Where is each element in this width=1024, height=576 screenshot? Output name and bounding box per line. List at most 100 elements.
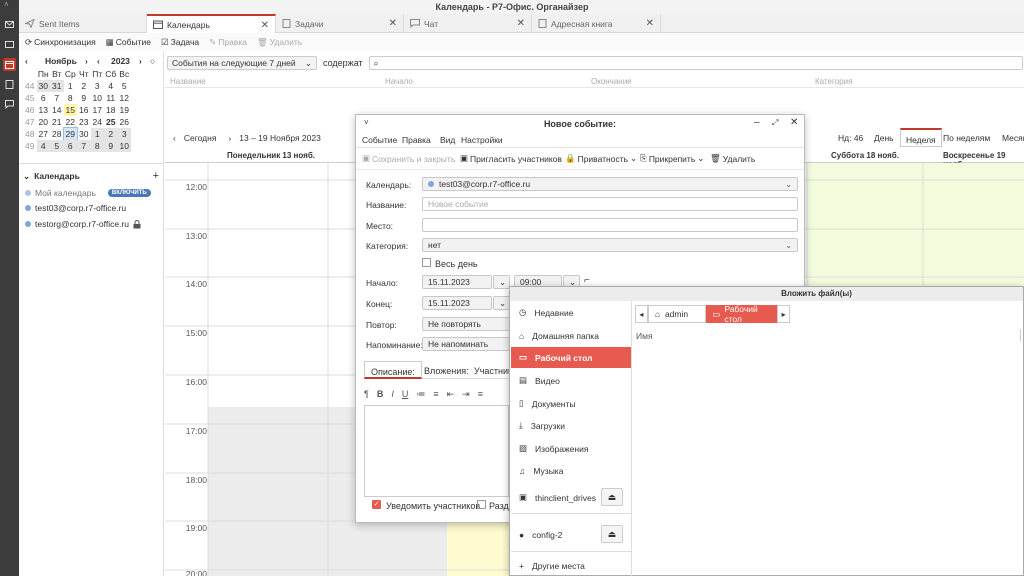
- day-cell[interactable]: 17: [91, 104, 105, 116]
- day-cell[interactable]: 18: [104, 104, 118, 116]
- sync-button[interactable]: ⟳ Синхронизация: [25, 37, 96, 48]
- add-calendar-button[interactable]: +: [153, 170, 159, 182]
- day-cell[interactable]: 8: [90, 140, 104, 152]
- day-cell[interactable]: 7: [50, 92, 64, 104]
- day-cell[interactable]: 7: [77, 140, 91, 152]
- place-home[interactable]: ⌂ Домашняя папка: [511, 325, 631, 346]
- view-week[interactable]: Неделя: [900, 128, 942, 147]
- day-cell-today[interactable]: 15: [63, 104, 77, 116]
- day-cell[interactable]: 10: [117, 140, 131, 152]
- path-forward-button[interactable]: ▸: [777, 305, 790, 323]
- bullet-list-icon[interactable]: ≔: [416, 389, 425, 400]
- day-cell[interactable]: 4: [36, 140, 50, 152]
- end-date-dropdown[interactable]: ⌄: [493, 296, 510, 310]
- dialog-menu-icon[interactable]: ˅: [364, 118, 369, 127]
- view-month[interactable]: Месяц: [1002, 133, 1024, 143]
- column-category[interactable]: Категория: [815, 77, 852, 86]
- category-select[interactable]: нет ⌄: [422, 238, 798, 252]
- place-music[interactable]: ♫ Музыка: [511, 460, 631, 481]
- start-date-dropdown[interactable]: ⌄: [493, 275, 510, 289]
- tab-tasks[interactable]: Задачи ✕: [276, 14, 404, 33]
- day-cell[interactable]: 31: [50, 80, 64, 92]
- day-cell[interactable]: 27: [37, 128, 51, 140]
- day-cell[interactable]: 9: [77, 92, 91, 104]
- prev-month-button[interactable]: ‹: [25, 55, 28, 67]
- search-input[interactable]: ⌕: [368, 56, 1023, 70]
- indent-icon[interactable]: ⇥: [462, 389, 470, 400]
- place-videos[interactable]: ▤ Видео: [511, 370, 631, 391]
- place-pictures[interactable]: ▨ Изображения: [511, 438, 631, 459]
- day-cell[interactable]: 8: [64, 92, 78, 104]
- column-name[interactable]: Название: [170, 77, 206, 86]
- eject-button[interactable]: ⏏: [601, 488, 623, 506]
- tab-calendar[interactable]: Календарь ✕: [147, 14, 276, 33]
- column-name[interactable]: Имя: [636, 331, 653, 341]
- outdent-icon[interactable]: ⇤: [447, 389, 455, 400]
- notify-checkbox[interactable]: ✓: [372, 500, 381, 509]
- chat-icon[interactable]: [3, 98, 16, 111]
- tab-participants[interactable]: Участник: [474, 366, 510, 376]
- place-other-locations[interactable]: + Другие места: [511, 555, 631, 576]
- day-cell[interactable]: 13: [37, 104, 51, 116]
- day-cell[interactable]: 30: [36, 80, 50, 92]
- calendar-select[interactable]: test03@corp.r7-office.ru ⌄: [422, 177, 798, 191]
- bold-icon[interactable]: B: [377, 389, 384, 399]
- day-cell[interactable]: 16: [77, 104, 91, 116]
- invite-button[interactable]: ▣ Пригласить участников: [460, 153, 562, 164]
- day-header[interactable]: Понедельник 13 нояб.: [227, 151, 315, 160]
- menu-event[interactable]: Событие: [362, 135, 397, 145]
- prev-week-button[interactable]: ‹: [173, 133, 176, 143]
- tab-attachments[interactable]: Вложения:: [424, 366, 469, 376]
- calendar-item-my[interactable]: Мой календарь ВКЛЮЧИТЬ: [25, 188, 151, 198]
- day-cell[interactable]: 5: [118, 80, 132, 92]
- tab-description[interactable]: Описание:: [364, 361, 422, 379]
- repeat-select[interactable]: Не повторять: [422, 317, 510, 331]
- save-close-button[interactable]: ▣ Сохранить и закрыть: [362, 153, 455, 164]
- italic-icon[interactable]: I: [391, 389, 394, 399]
- event-name-input[interactable]: Новое событие: [422, 197, 798, 211]
- end-date-input[interactable]: 15.11.2023: [422, 296, 492, 310]
- day-cell[interactable]: 9: [104, 140, 118, 152]
- new-event-button[interactable]: ▦ Событие: [106, 37, 151, 48]
- close-icon[interactable]: ✕: [261, 20, 269, 31]
- day-cell[interactable]: 26: [118, 116, 132, 128]
- calendar-item-testorg[interactable]: testorg@corp.r7-office.ru: [25, 219, 141, 229]
- place-recent[interactable]: ◷ Недавние: [511, 302, 631, 323]
- day-cell[interactable]: 12: [118, 92, 132, 104]
- next-week-button[interactable]: ›: [228, 133, 231, 143]
- path-segment-desktop[interactable]: ▭ Рабочий стол: [706, 304, 778, 324]
- day-cell[interactable]: 19: [118, 104, 132, 116]
- menu-settings[interactable]: Настройки: [461, 135, 503, 145]
- start-date-input[interactable]: 15.11.2023: [422, 275, 492, 289]
- eject-button[interactable]: ⏏: [601, 525, 623, 543]
- new-task-button[interactable]: ☑ Задача: [161, 37, 199, 48]
- tasks-icon[interactable]: [3, 78, 16, 91]
- close-icon[interactable]: ✕: [389, 18, 397, 29]
- link-icon[interactable]: ⌐: [584, 275, 590, 286]
- tab-address-book[interactable]: Адресная книга ✕: [532, 14, 661, 33]
- mail-icon[interactable]: [3, 18, 16, 31]
- day-cell[interactable]: 4: [104, 80, 118, 92]
- menu-edit[interactable]: Правка: [402, 135, 431, 145]
- underline-icon[interactable]: U: [402, 389, 409, 399]
- reminder-select[interactable]: Не напоминать: [422, 337, 510, 351]
- view-day[interactable]: День: [874, 133, 894, 143]
- day-cell[interactable]: 1: [90, 128, 104, 140]
- place-input[interactable]: [422, 218, 798, 232]
- maximize-icon[interactable]: ⤢: [772, 118, 778, 128]
- tab-sent-items[interactable]: Sent Items: [19, 14, 147, 33]
- day-cell[interactable]: 28: [50, 128, 64, 140]
- path-back-button[interactable]: ◂: [635, 305, 648, 323]
- column-start[interactable]: Начало: [385, 77, 413, 86]
- tab-chat[interactable]: Чат ✕: [404, 14, 532, 33]
- day-cell[interactable]: 22: [64, 116, 78, 128]
- numbered-list-icon[interactable]: ≡: [433, 389, 438, 399]
- today-button[interactable]: Сегодня: [184, 133, 217, 143]
- align-icon[interactable]: ≡: [478, 389, 483, 399]
- calendar-icon[interactable]: [3, 58, 16, 71]
- day-cell[interactable]: 1: [64, 80, 78, 92]
- split-checkbox[interactable]: [477, 500, 486, 509]
- today-circle-button[interactable]: ○: [150, 55, 155, 67]
- day-cell[interactable]: 30: [77, 128, 91, 140]
- place-downloads[interactable]: ⤓ Загрузки: [511, 415, 631, 436]
